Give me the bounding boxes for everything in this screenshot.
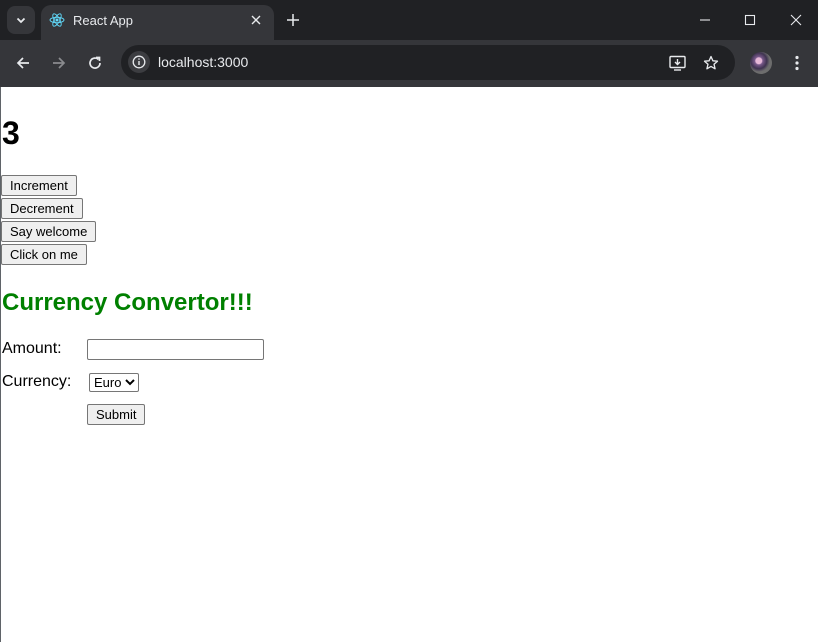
plus-icon <box>287 14 299 26</box>
currency-select[interactable]: Euro <box>89 373 139 392</box>
chevron-down-icon <box>16 17 26 24</box>
click-on-me-button[interactable]: Click on me <box>1 244 87 265</box>
tab-close-button[interactable] <box>248 12 264 28</box>
arrow-left-icon <box>16 57 29 69</box>
decrement-button[interactable]: Decrement <box>1 198 83 219</box>
converter-title: Currency Convertor!!! <box>2 289 253 316</box>
back-button[interactable] <box>11 51 35 75</box>
avatar[interactable] <box>750 52 772 74</box>
info-icon <box>132 55 146 69</box>
browser-tab[interactable]: React App <box>41 5 274 40</box>
amount-label: Amount: <box>2 340 62 357</box>
say-welcome-button[interactable]: Say welcome <box>1 221 97 242</box>
tab-list-button[interactable] <box>7 6 35 34</box>
close-window-button[interactable] <box>784 8 808 32</box>
currency-label: Currency: <box>2 373 72 390</box>
install-app-icon <box>669 55 686 71</box>
site-info-button[interactable] <box>128 51 150 73</box>
maximize-button[interactable] <box>738 8 762 32</box>
url-text: localhost:3000 <box>158 54 249 70</box>
kebab-menu-icon <box>795 55 799 71</box>
browser-toolbar: localhost:3000 <box>0 40 818 87</box>
page-content: 3 Increment Decrement Say welcome Click … <box>0 87 818 642</box>
close-icon <box>790 14 802 26</box>
increment-button[interactable]: Increment <box>1 175 77 196</box>
browser-menu-button[interactable] <box>786 51 808 75</box>
browser-tab-strip: React App <box>0 0 818 40</box>
address-bar[interactable]: localhost:3000 <box>121 45 735 80</box>
install-app-button[interactable] <box>667 52 689 74</box>
reload-icon <box>89 56 101 69</box>
new-tab-button[interactable] <box>283 10 303 30</box>
maximize-icon <box>744 14 756 26</box>
counter-value: 3 <box>2 115 20 151</box>
tab-title: React App <box>73 13 133 28</box>
bookmark-button[interactable] <box>700 52 722 74</box>
star-icon <box>703 55 719 70</box>
minimize-button[interactable] <box>693 8 717 32</box>
minimize-icon <box>700 19 710 21</box>
amount-input[interactable] <box>87 339 264 360</box>
react-icon <box>49 13 65 27</box>
reload-button[interactable] <box>83 51 107 75</box>
close-icon <box>251 15 261 25</box>
forward-button[interactable] <box>47 51 71 75</box>
arrow-right-icon <box>53 57 66 69</box>
submit-button[interactable]: Submit <box>87 404 146 425</box>
